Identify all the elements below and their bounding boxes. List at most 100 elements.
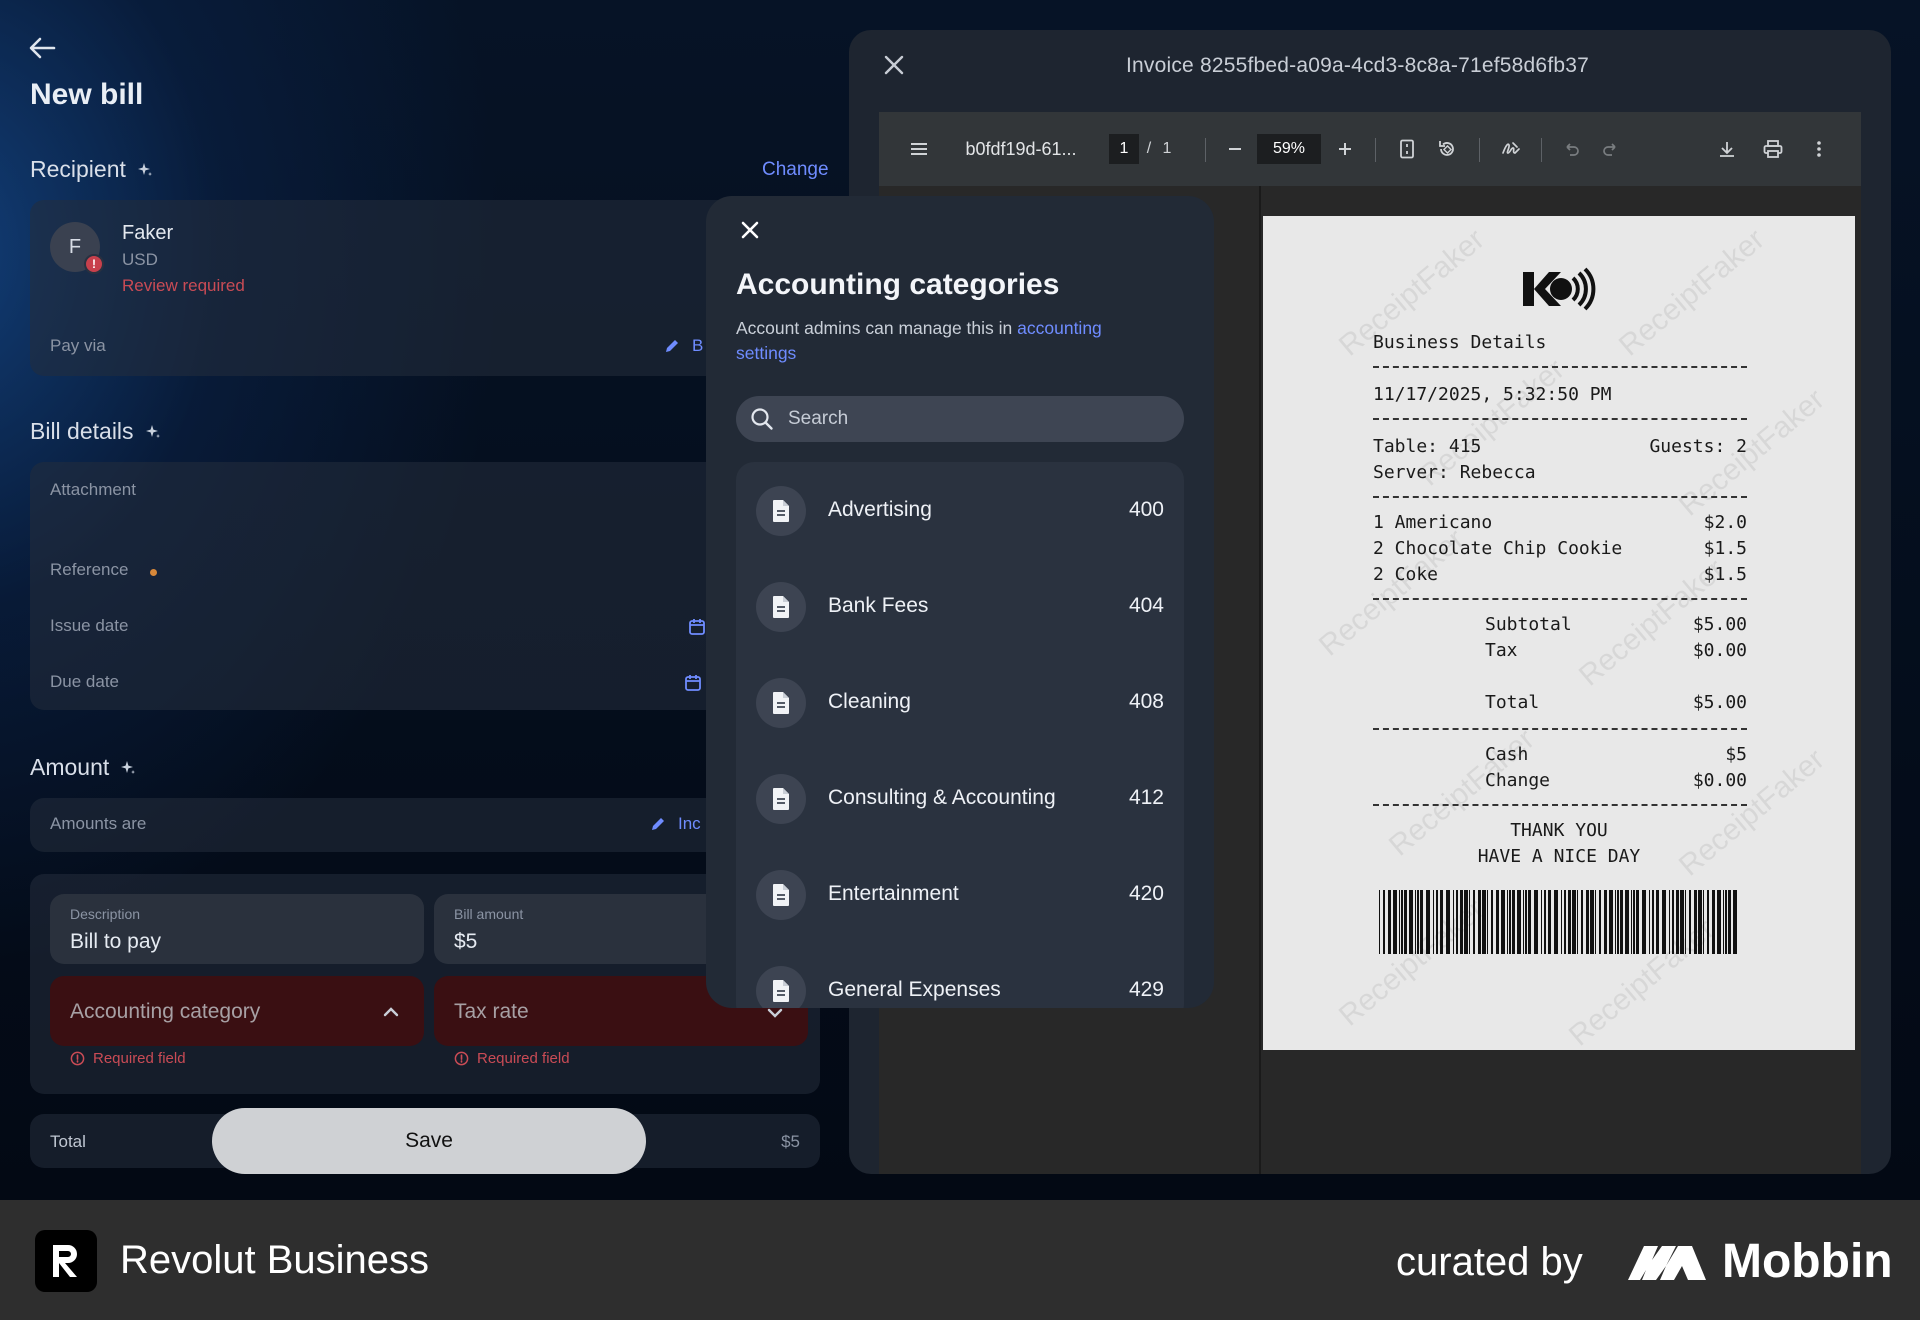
receipt-nice-day: HAVE A NICE DAY [1477, 846, 1641, 867]
category-list: Advertising 400 Bank Fees 404 Cleaning 4… [736, 462, 1184, 1008]
description-field[interactable]: Description Bill to pay [50, 894, 424, 964]
save-button[interactable]: Save [212, 1108, 646, 1174]
barcode-bar [1469, 890, 1470, 954]
barcode-bar [1440, 890, 1443, 954]
barcode-bar [1676, 890, 1679, 954]
close-preview-button[interactable] [883, 54, 911, 82]
barcode-bar [1478, 890, 1481, 954]
download-button[interactable] [1709, 112, 1745, 186]
receipt-line-item: 2 Chocolate Chip Cookie [1373, 538, 1623, 559]
sparkle-icon [145, 424, 160, 438]
receipt-divider [1373, 598, 1747, 600]
document-icon [756, 774, 806, 824]
page-total: 1 [1162, 140, 1172, 157]
barcode-bar [1436, 890, 1438, 954]
back-button[interactable] [28, 36, 58, 62]
redo-button[interactable] [1593, 112, 1629, 186]
alert-circle-icon [70, 1051, 85, 1066]
calendar-icon[interactable] [684, 674, 702, 692]
print-button[interactable] [1755, 112, 1791, 186]
change-recipient-link[interactable]: Change [762, 159, 829, 181]
receipt-tax-label: Tax [1485, 640, 1518, 661]
barcode-bar [1426, 890, 1430, 954]
amounts-are-value: Inc [678, 814, 701, 833]
amounts-are-label: Amounts are [50, 814, 147, 833]
barcode-bar [1388, 890, 1391, 954]
more-options-button[interactable] [1801, 112, 1837, 186]
reference-indicator-dot [150, 569, 157, 576]
pay-via-edit[interactable]: B [664, 336, 703, 356]
document-icon [756, 966, 806, 1008]
barcode-bar [1680, 890, 1684, 954]
pay-via-label: Pay via [50, 336, 106, 355]
page-input[interactable]: 1 [1109, 134, 1139, 164]
category-name: Consulting & Accounting [828, 786, 1056, 809]
category-item-consulting-accounting[interactable]: Consulting & Accounting 412 [736, 750, 1184, 846]
warning-badge-icon: ! [84, 254, 104, 274]
menu-button[interactable] [901, 112, 937, 186]
due-date-label[interactable]: Due date [50, 672, 119, 692]
undo-button[interactable] [1553, 112, 1589, 186]
fit-page-button[interactable] [1389, 112, 1425, 186]
pay-via-value: B [692, 336, 704, 355]
category-item-cleaning[interactable]: Cleaning 408 [736, 654, 1184, 750]
search-icon [751, 408, 773, 430]
category-item-bank-fees[interactable]: Bank Fees 404 [736, 558, 1184, 654]
category-name: General Expenses [828, 978, 1001, 1001]
barcode-bar [1590, 890, 1594, 954]
description-label: Description [70, 906, 141, 922]
thumbnail-divider [1259, 186, 1261, 1174]
annotate-button[interactable] [1493, 112, 1529, 186]
attachment-label[interactable]: Attachment [50, 480, 136, 500]
barcode-bar [1561, 890, 1562, 954]
receipt-line-item: 2 Coke [1373, 564, 1439, 585]
zoom-out-button[interactable] [1217, 112, 1253, 186]
pdf-file-name: b0fdf19d-61... [965, 138, 1077, 159]
barcode-bar [1417, 890, 1419, 954]
recipient-name: Faker [122, 222, 174, 244]
barcode-bar [1707, 890, 1709, 954]
receipt-divider [1373, 418, 1747, 420]
receipt-server: Server: Rebecca [1373, 462, 1536, 483]
reference-label[interactable]: Reference [50, 560, 128, 580]
zoom-in-button[interactable] [1327, 112, 1363, 186]
barcode-bar [1501, 890, 1505, 954]
zoom-value: 59% [1272, 140, 1306, 157]
amount-title-text: Amount [30, 754, 110, 780]
rotate-button[interactable] [1429, 112, 1465, 186]
accounting-category-select[interactable]: Accounting category [50, 976, 424, 1046]
sparkle-icon [121, 760, 136, 774]
search-input[interactable]: Search [736, 396, 1184, 442]
receipt-divider [1373, 728, 1747, 730]
amounts-are-edit[interactable]: Inc [650, 814, 701, 834]
barcode-bar [1568, 890, 1571, 954]
page-title: New bill [30, 78, 144, 111]
avatar[interactable]: F ! [50, 222, 104, 274]
category-item-entertainment[interactable]: Entertainment 420 [736, 846, 1184, 942]
toolbar-divider [1375, 138, 1376, 162]
pencil-icon [652, 818, 664, 830]
barcode-bar [1662, 890, 1666, 954]
barcode-bar [1548, 890, 1551, 954]
close-modal-button[interactable] [740, 220, 766, 246]
barcode-bar [1728, 890, 1731, 954]
zoom-level[interactable]: 59% [1257, 134, 1321, 164]
barcode-bar [1649, 890, 1650, 954]
toolbar-divider [1479, 138, 1480, 162]
barcode-bar [1420, 890, 1423, 954]
category-item-advertising[interactable]: Advertising 400 [736, 462, 1184, 558]
barcode-bar [1636, 890, 1639, 954]
arrow-left-icon [29, 37, 56, 59]
bill-amount-value: $5 [454, 930, 478, 953]
category-item-general-expenses[interactable]: General Expenses 429 [736, 942, 1184, 1008]
receipt-subtotal: $5.00 [1692, 614, 1747, 635]
category-code: 400 [1128, 498, 1164, 521]
calendar-icon[interactable] [688, 618, 706, 636]
issue-date-label[interactable]: Issue date [50, 616, 128, 636]
barcode-bar [1581, 890, 1583, 954]
page-current: 1 [1119, 140, 1129, 157]
total-label: Total [50, 1132, 86, 1151]
receipt-total: $5.00 [1692, 692, 1747, 713]
barcode-bar [1507, 890, 1508, 954]
receipt-guests: Guests: 2 [1649, 436, 1747, 457]
